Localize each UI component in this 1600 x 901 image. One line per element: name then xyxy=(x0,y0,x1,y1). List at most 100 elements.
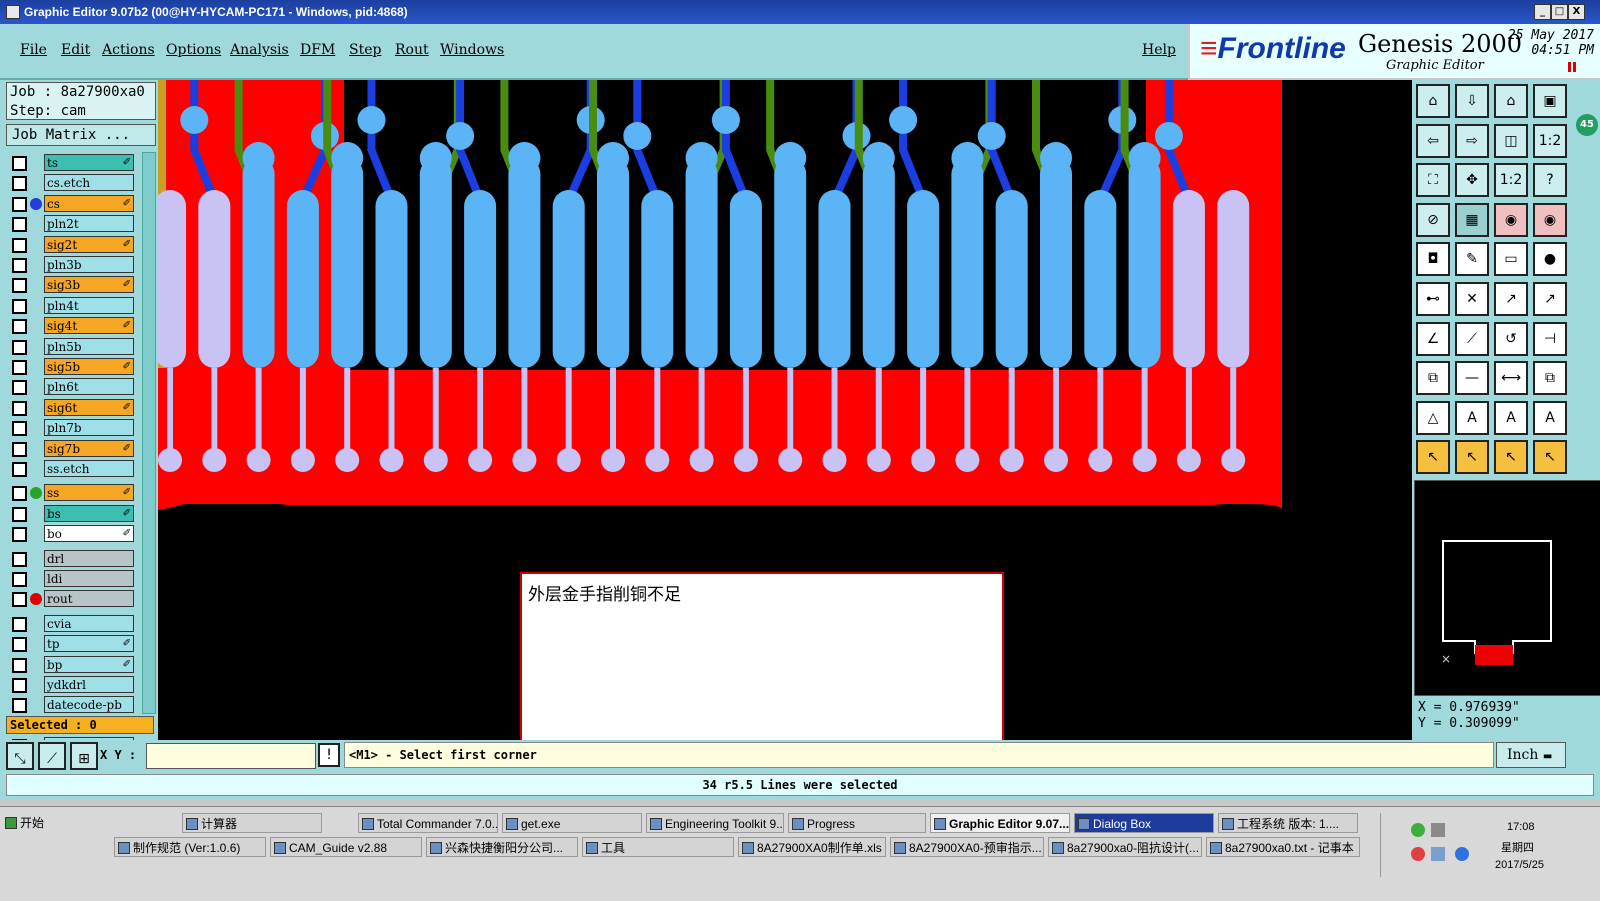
layer-name[interactable]: cs ✐ xyxy=(44,194,134,212)
menu-analysis[interactable]: Analysis xyxy=(230,42,289,58)
text-icon[interactable]: A xyxy=(1455,400,1489,435)
menu-options[interactable]: Options xyxy=(166,42,221,58)
taskbar-item[interactable]: 8a27900xa0.txt - 记事本 xyxy=(1206,837,1360,857)
layer-checkbox[interactable] xyxy=(12,156,27,171)
slash-icon[interactable]: ⟋ xyxy=(1455,321,1489,356)
split-icon[interactable]: ◫ xyxy=(1494,123,1528,158)
edit-icon[interactable]: ✎ xyxy=(1455,242,1489,277)
layer-scrollbar[interactable] xyxy=(142,152,156,714)
close-button[interactable]: X xyxy=(1568,4,1585,20)
layer-checkbox[interactable] xyxy=(12,486,27,502)
layer-checkbox[interactable] xyxy=(12,380,27,396)
taskbar-item[interactable]: 8A27900XA0-预审指示... xyxy=(890,837,1044,857)
layer-checkbox[interactable] xyxy=(12,527,27,543)
message-dialog[interactable]: 外层金手指削铜不足 xyxy=(520,572,1004,744)
text-bold-icon[interactable]: A xyxy=(1494,400,1528,435)
taskbar-item[interactable]: Dialog Box xyxy=(1074,813,1214,833)
help-icon[interactable]: ? xyxy=(1533,163,1567,198)
layer-checkbox[interactable] xyxy=(12,698,27,714)
start-button[interactable]: 开始 xyxy=(2,813,60,833)
layer-checkbox[interactable] xyxy=(12,637,27,653)
text-alt-icon[interactable]: A xyxy=(1533,400,1567,435)
layer-name[interactable]: ss.etch xyxy=(44,460,134,477)
taskbar-item[interactable]: Progress xyxy=(788,813,926,833)
pan-icon[interactable]: ✥ xyxy=(1455,163,1489,198)
menu-windows[interactable]: Windows xyxy=(440,42,504,58)
menu-rout[interactable]: Rout xyxy=(395,42,429,58)
layer-checkbox[interactable] xyxy=(12,278,27,294)
minimize-button[interactable]: _ xyxy=(1534,4,1551,20)
fit-icon[interactable]: ⛶ xyxy=(1416,163,1450,198)
job-matrix-button[interactable]: Job Matrix ... xyxy=(6,124,156,146)
taskbar-item[interactable]: 制作规范 (Ver:1.0.6) xyxy=(114,837,266,857)
grid-toggle-icon[interactable]: ▦ xyxy=(1455,202,1489,237)
layer-name[interactable]: bp ✐ xyxy=(44,655,134,673)
window-icon[interactable]: ▣ xyxy=(1533,84,1567,118)
connect-icon[interactable]: ⊷ xyxy=(1416,282,1450,316)
taskbar-item[interactable]: Engineering Toolkit 9.... xyxy=(646,813,784,833)
layer-checkbox[interactable] xyxy=(12,298,27,314)
feature-icon[interactable]: ◘ xyxy=(1416,242,1450,277)
layer-checkbox[interactable] xyxy=(12,339,27,355)
layer-name[interactable]: sig7b ✐ xyxy=(44,439,134,457)
layer-name[interactable]: datecode-pb xyxy=(44,696,134,714)
move-icon[interactable]: ↗ xyxy=(1494,282,1528,316)
layer-checkbox[interactable] xyxy=(12,258,27,273)
layer-name[interactable]: sig3b ✐ xyxy=(44,276,134,294)
layer-name[interactable]: tp ✐ xyxy=(44,635,134,653)
layer-name[interactable]: pln4t xyxy=(44,296,134,314)
layer-name[interactable]: pln3b xyxy=(44,256,134,273)
export-icon[interactable]: ⇩ xyxy=(1455,84,1489,118)
overview-map[interactable]: × xyxy=(1414,480,1600,696)
layer-name[interactable]: pln7b xyxy=(44,419,134,437)
house-icon[interactable]: ⌂ xyxy=(1494,84,1528,118)
layer-checkbox[interactable] xyxy=(12,592,27,608)
layer-checkbox[interactable] xyxy=(12,400,27,416)
copy-icon[interactable]: ⧉ xyxy=(1416,361,1450,396)
net-icon[interactable]: ◉ xyxy=(1533,202,1567,237)
triangle-icon[interactable]: △ xyxy=(1416,400,1450,435)
layer-checkbox[interactable] xyxy=(12,421,27,437)
layer-name[interactable]: bs ✐ xyxy=(44,504,134,522)
layer-name[interactable]: sig6t ✐ xyxy=(44,398,134,416)
pointer-icon[interactable]: ↖ xyxy=(1416,440,1450,475)
resize-icon[interactable]: ⟷ xyxy=(1494,361,1528,396)
layer-checkbox[interactable] xyxy=(12,551,27,567)
layer-name[interactable]: sig4t ✐ xyxy=(44,317,134,335)
taskbar-item[interactable]: CAM_Guide v2.88 xyxy=(270,837,422,857)
step-icon[interactable]: ⊣ xyxy=(1533,321,1567,356)
tray-security-icon[interactable] xyxy=(1411,847,1425,861)
select-icon[interactable]: ↖ xyxy=(1455,440,1489,475)
layer-checkbox[interactable] xyxy=(12,441,27,457)
scale-icon[interactable]: 1:2 xyxy=(1494,163,1528,198)
layer-name[interactable]: pln5b xyxy=(44,337,134,355)
menu-step[interactable]: Step xyxy=(349,42,381,58)
menu-help[interactable]: Help xyxy=(1142,42,1176,58)
layer-name[interactable]: drl xyxy=(44,549,134,567)
layer-checkbox[interactable] xyxy=(12,360,27,375)
alert-icon[interactable]: ! xyxy=(318,743,340,767)
import-icon[interactable]: ⇦ xyxy=(1416,123,1450,158)
tray-network-icon[interactable] xyxy=(1411,823,1425,837)
units-selector[interactable]: Inch ▬ xyxy=(1496,742,1566,768)
taskbar-item[interactable]: 兴森快捷衡阳分公司... xyxy=(426,837,578,857)
layer-checkbox[interactable] xyxy=(12,319,27,335)
ratio-icon[interactable]: 1:2 xyxy=(1533,123,1567,158)
zoom-box-icon[interactable]: ⤡ xyxy=(6,742,34,770)
taskbar-item[interactable]: get.exe xyxy=(502,813,642,833)
link-icon[interactable]: ↗ xyxy=(1533,282,1567,316)
layer-name[interactable]: ydkdrl xyxy=(44,676,134,693)
layer-name[interactable]: cvia xyxy=(44,614,134,632)
layer-name[interactable]: cs.etch xyxy=(44,174,134,192)
home-icon[interactable]: ⌂ xyxy=(1416,84,1450,118)
multi-select-icon[interactable]: ↖ xyxy=(1533,440,1567,475)
cross-icon[interactable]: ✕ xyxy=(1455,282,1489,316)
drc-icon[interactable]: ◉ xyxy=(1494,202,1528,237)
menu-edit[interactable]: Edit xyxy=(61,42,90,58)
taskbar-item[interactable]: 8a27900xa0-阻抗设计(... xyxy=(1048,837,1202,857)
taskbar-item[interactable]: 工具 xyxy=(582,837,734,857)
tray-volume-icon[interactable] xyxy=(1431,847,1445,861)
taskbar-item[interactable]: Graphic Editor 9.07... xyxy=(930,813,1070,833)
layer-checkbox[interactable] xyxy=(12,616,27,632)
minus-icon[interactable]: — xyxy=(1455,361,1489,396)
